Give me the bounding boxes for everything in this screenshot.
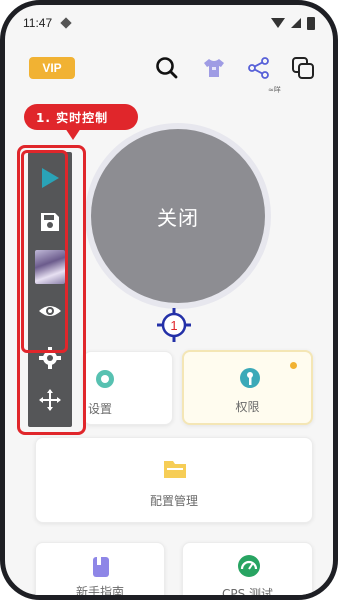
tile-cps-test[interactable]: CPS 测试 xyxy=(182,542,313,600)
status-bar: 11:47 xyxy=(5,5,333,41)
top-bar: VIP xyxy=(5,47,333,91)
search-icon[interactable] xyxy=(154,55,180,81)
share-icon[interactable] xyxy=(246,55,272,81)
phone-frame: 11:47 VIP ≈咩 关闭 1 设置 权限 配置管理 新手指南 CPS 测试… xyxy=(0,0,338,600)
tile-config[interactable]: 配置管理 xyxy=(35,437,313,523)
tile-config-label: 配置管理 xyxy=(149,494,198,508)
settings-tile-icon xyxy=(96,370,114,388)
tile-guide-label: 新手指南 xyxy=(75,585,124,599)
power-button[interactable]: 关闭 xyxy=(91,129,265,303)
multi-window-icon[interactable] xyxy=(290,55,316,81)
notification-dot xyxy=(290,362,297,369)
vip-badge[interactable]: VIP xyxy=(29,57,75,79)
tile-guide[interactable]: 新手指南 xyxy=(35,542,165,599)
annotation-callout: 1. 实时控制 xyxy=(24,104,138,130)
status-time: 11:47 xyxy=(23,16,53,30)
tile-settings-label: 设置 xyxy=(88,402,113,416)
tshirt-icon[interactable] xyxy=(201,55,227,81)
tile-settings[interactable]: 设置 xyxy=(83,351,173,425)
bubble-text: ≈咩 xyxy=(268,86,281,94)
count-marker[interactable]: 1 xyxy=(156,307,192,343)
speedometer-icon xyxy=(238,555,260,577)
count-marker-value: 1 xyxy=(170,318,177,333)
book-icon xyxy=(93,557,109,577)
status-icons xyxy=(271,16,315,30)
status-indicator-icon xyxy=(60,17,72,29)
tile-permissions-label: 权限 xyxy=(235,400,260,414)
key-icon xyxy=(240,368,260,388)
folder-icon xyxy=(164,461,186,478)
wifi-icon xyxy=(271,18,285,28)
signal-icon xyxy=(291,18,301,28)
highlight-realtime-controls xyxy=(21,150,68,353)
tile-permissions[interactable]: 权限 xyxy=(182,350,313,425)
annotation-callout-tail xyxy=(65,128,81,140)
battery-icon xyxy=(307,16,315,30)
tile-cps-test-label: CPS 测试 xyxy=(221,587,274,600)
